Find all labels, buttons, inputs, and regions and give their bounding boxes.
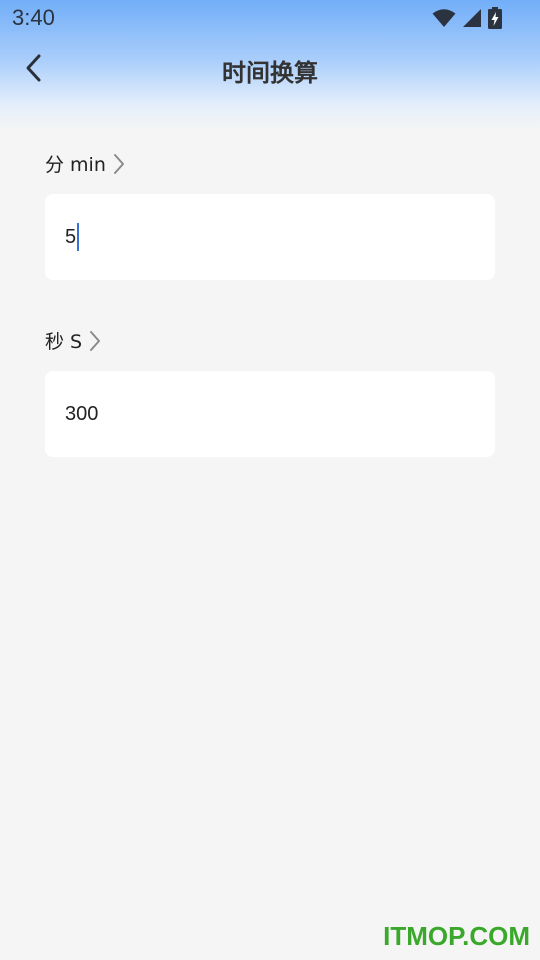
chevron-right-icon [88,329,102,353]
page-title: 时间换算 [222,59,318,87]
minutes-input-value: 5 [65,225,77,248]
minutes-field-label: 分 min [45,154,106,176]
chevron-right-icon [112,152,126,176]
seconds-input-value: 300 [65,402,99,425]
app-header: 时间换算 [0,40,540,100]
status-bar: 3:40 [0,0,540,36]
status-time: 3:40 [12,5,55,30]
text-cursor [77,223,80,251]
seconds-input[interactable]: 300 [45,371,495,457]
seconds-field-label: 秒 S [45,331,83,353]
seconds-unit-selector[interactable]: 秒 S [45,327,102,354]
battery-charging-icon [488,7,502,33]
status-icons [432,7,502,33]
signal-icon [462,8,482,32]
wifi-icon [432,8,456,32]
watermark: ITMOP.COM [383,921,530,951]
minutes-unit-selector[interactable]: 分 min [45,150,126,177]
minutes-input[interactable]: 5 [45,194,495,280]
